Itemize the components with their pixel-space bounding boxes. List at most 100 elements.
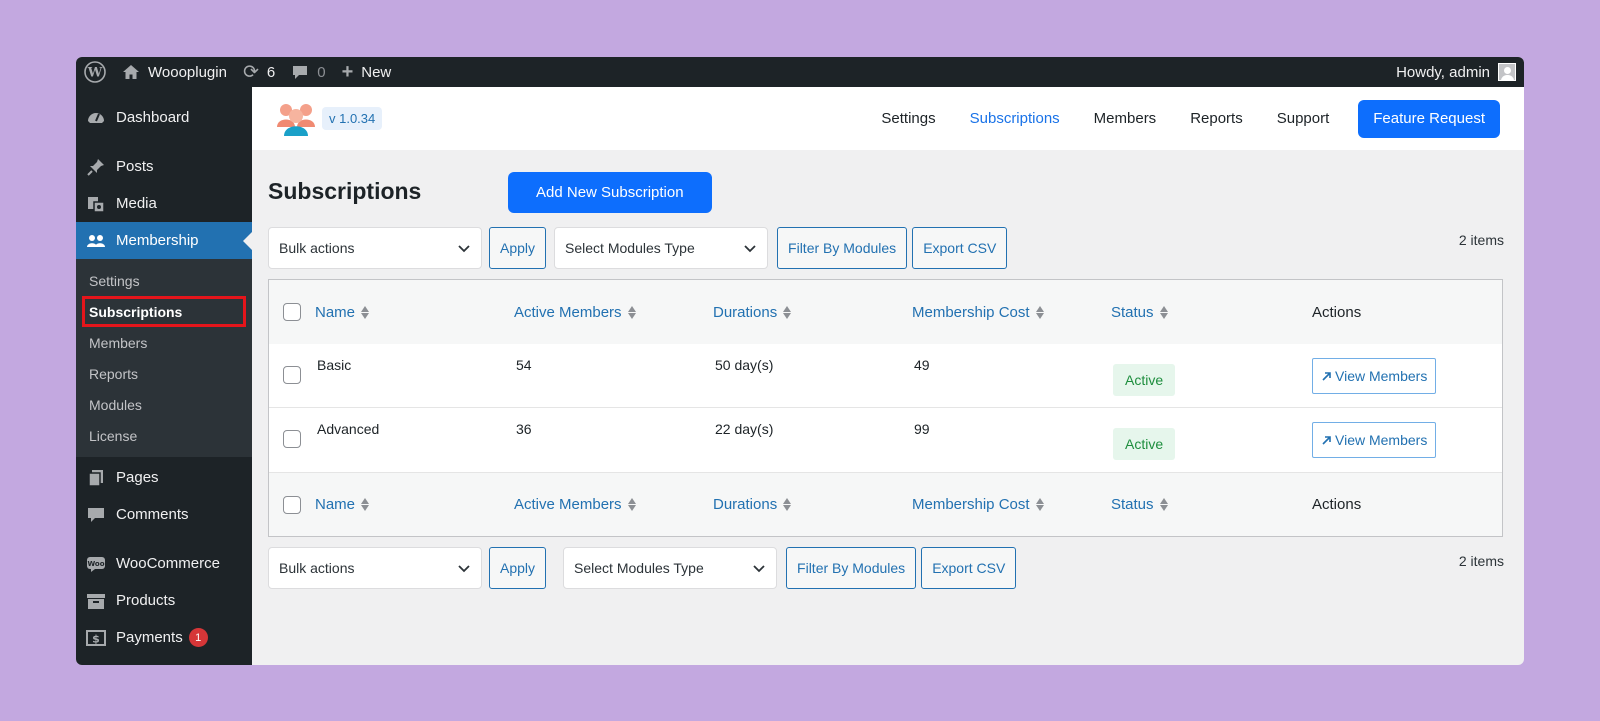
wordpress-logo[interactable]: W (76, 57, 114, 87)
add-new-subscription-button[interactable]: Add New Subscription (508, 172, 712, 213)
sidebar-item-payments[interactable]: $ Payments 1 (76, 619, 252, 656)
sort-icon (361, 305, 370, 319)
woo-icon: Woo (86, 554, 106, 574)
sidebar-item-posts[interactable]: Posts (76, 148, 252, 185)
modules-type-select[interactable]: Select Modules Type (554, 227, 769, 269)
chevron-down-icon (458, 565, 470, 573)
cell-cost: 99 (914, 421, 930, 437)
cell-cost: 49 (914, 357, 930, 373)
nav-support[interactable]: Support (1260, 110, 1347, 127)
pin-icon (86, 157, 106, 177)
sidebar-item-membership[interactable]: Membership (76, 222, 252, 259)
submenu-item-modules[interactable]: Modules (76, 389, 252, 420)
items-count: 2 items (1458, 232, 1504, 248)
table-row: Basic 54 50 day(s) 49 Active View Member… (269, 344, 1502, 408)
cell-duration: 50 day(s) (715, 357, 774, 373)
sidebar-item-comments[interactable]: Comments (76, 496, 252, 533)
select-all-checkbox[interactable] (283, 303, 301, 321)
cell-name[interactable]: Basic (315, 344, 514, 373)
submenu-item-members[interactable]: Members (76, 327, 252, 358)
updates-count: 6 (266, 63, 276, 81)
nav-members[interactable]: Members (1077, 110, 1174, 127)
column-active-members[interactable]: Active Members (514, 496, 713, 513)
column-label: Actions (1312, 303, 1362, 321)
column-status[interactable]: Status (1111, 304, 1312, 321)
wordpress-icon: W (84, 61, 106, 83)
sidebar-item-woocommerce[interactable]: Woo WooCommerce (76, 545, 252, 582)
submenu-item-settings[interactable]: Settings (76, 265, 252, 296)
feature-request-button[interactable]: Feature Request (1358, 99, 1500, 138)
site-name-link[interactable]: Woooplugin (114, 57, 235, 87)
submenu-item-reports[interactable]: Reports (76, 358, 252, 389)
cell-active-members: 54 (516, 357, 532, 373)
sort-icon (361, 498, 370, 511)
sort-icon (627, 305, 636, 319)
bulk-actions-select[interactable]: Bulk actions (268, 227, 482, 269)
view-members-button[interactable]: View Members (1312, 358, 1437, 394)
view-members-button[interactable]: View Members (1312, 422, 1437, 458)
updates-link[interactable]: ⟳ 6 (235, 57, 283, 87)
column-name[interactable]: Name (315, 496, 514, 513)
sidebar-item-dashboard[interactable]: Dashboard (76, 99, 252, 136)
nav-reports[interactable]: Reports (1173, 110, 1260, 127)
view-members-label: View Members (1335, 368, 1428, 384)
column-label: Membership Cost (912, 496, 1030, 513)
bulk-actions-value: Bulk actions (279, 240, 355, 256)
comments-link[interactable]: 0 (283, 57, 333, 87)
cell-status: Active (1111, 408, 1312, 460)
column-durations[interactable]: Durations (713, 304, 912, 321)
sidebar-label: Payments (116, 629, 183, 646)
apply-button[interactable]: Apply (489, 547, 547, 589)
nav-settings[interactable]: Settings (864, 110, 952, 127)
nav-subscriptions[interactable]: Subscriptions (953, 110, 1077, 127)
filter-by-modules-button[interactable]: Filter By Modules (786, 547, 917, 589)
plugin-logo (276, 101, 316, 137)
new-label: New (361, 63, 392, 81)
table-footer-row: Name Active Members Durations Membership… (269, 472, 1502, 536)
bulk-actions-select[interactable]: Bulk actions (268, 547, 482, 589)
column-actions: Actions (1312, 304, 1502, 321)
column-status[interactable]: Status (1111, 496, 1312, 513)
modules-type-select[interactable]: Select Modules Type (563, 547, 778, 589)
export-csv-button[interactable]: Export CSV (912, 227, 1008, 269)
pages-icon (86, 468, 106, 488)
submenu-item-subscriptions[interactable]: Subscriptions (82, 296, 246, 327)
submenu-item-license[interactable]: License (76, 420, 252, 451)
row-checkbox[interactable] (283, 366, 301, 384)
apply-button[interactable]: Apply (489, 227, 547, 269)
column-label: Name (315, 496, 356, 513)
membership-submenu: Settings Subscriptions Members Reports M… (76, 259, 252, 457)
column-label: Name (315, 303, 356, 321)
cell-name[interactable]: Advanced (315, 408, 514, 437)
column-name[interactable]: Name (315, 304, 514, 321)
plugin-nav: Settings Subscriptions Members Reports S… (864, 99, 1524, 138)
admin-bar: W Woooplugin ⟳ 6 0 + New Howdy, admin (76, 57, 1524, 87)
sidebar-item-media[interactable]: Media (76, 185, 252, 222)
column-durations[interactable]: Durations (713, 496, 912, 513)
column-actions: Actions (1312, 496, 1502, 513)
sort-icon (1159, 305, 1168, 319)
sidebar-item-products[interactable]: Products (76, 582, 252, 619)
filter-by-modules-button[interactable]: Filter By Modules (777, 227, 908, 269)
sidebar-item-pages[interactable]: Pages (76, 459, 252, 496)
home-icon (123, 65, 139, 79)
top-toolbar: Bulk actions Apply Select Modules Type F… (268, 227, 1008, 269)
column-membership-cost[interactable]: Membership Cost (912, 496, 1111, 513)
column-membership-cost[interactable]: Membership Cost (912, 304, 1111, 321)
new-content-link[interactable]: + New (334, 57, 400, 87)
row-checkbox[interactable] (283, 430, 301, 448)
chevron-down-icon (744, 245, 756, 253)
export-csv-button[interactable]: Export CSV (921, 547, 1017, 589)
select-all-checkbox[interactable] (283, 495, 301, 514)
column-active-members[interactable]: Active Members (514, 304, 713, 321)
my-account[interactable]: Howdy, admin (1396, 63, 1524, 81)
cell-actions: View Members (1312, 344, 1502, 394)
comments-count: 0 (317, 63, 326, 81)
site-name: Woooplugin (148, 63, 227, 81)
updates-icon: ⟳ (242, 61, 259, 83)
sort-icon (1035, 498, 1044, 511)
column-label: Durations (713, 496, 778, 513)
column-label: Active Members (514, 496, 622, 513)
sort-icon (783, 498, 792, 511)
admin-sidebar: Dashboard Posts Media Membership Setting… (76, 87, 252, 665)
